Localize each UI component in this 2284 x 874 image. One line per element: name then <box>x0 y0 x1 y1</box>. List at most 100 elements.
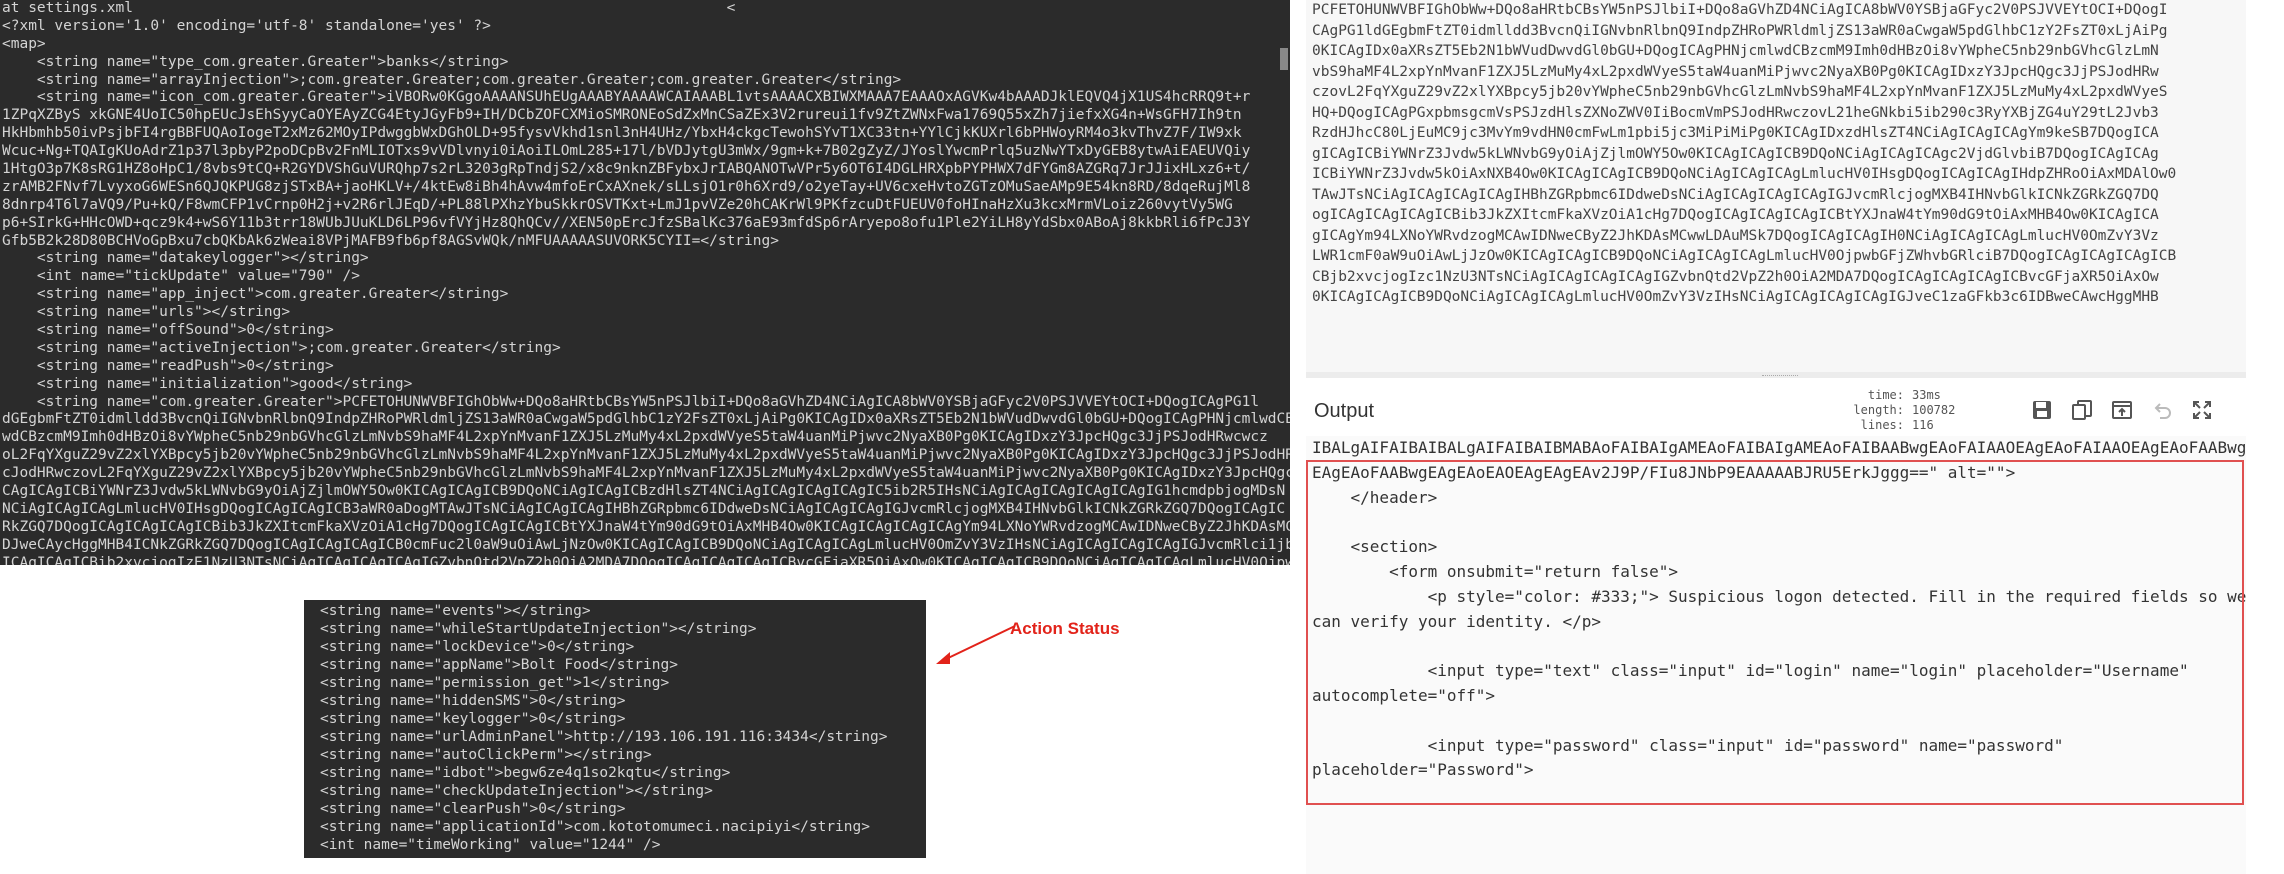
stat-value: 33ms <box>1912 388 1941 402</box>
snippet-line: <string name="permission_get">1</string> <box>320 675 670 691</box>
terminal-line: <string name="offSound">0</string> <box>2 322 334 339</box>
stat-row: length: 100782 <box>1844 403 1964 418</box>
base64-line: CBjb2xvcjogIzc1NzU3NTsNCiAgICAgICAgICAgI… <box>1312 268 2159 285</box>
terminal-line: at settings.xml < <box>2 0 736 16</box>
terminal-line: p6+SIrkG+HHcOWD+qcz9k4+wS6Y11b3trr18WUbJ… <box>2 214 1251 231</box>
terminal-line: <map> <box>2 35 46 52</box>
terminal-line: <string name="type_com.greater.Greater">… <box>2 53 509 70</box>
copy-icon[interactable] <box>2066 394 2098 426</box>
snippet-line: <int name="timeWorking" value="1244" /> <box>320 837 661 853</box>
terminal-line: oL2FqYXguZ29vZ2xlYXBpcy5jb20vYWpheC5nb29… <box>2 447 1290 464</box>
base64-line: ogICAgICAgICAgICBib3JkZXItcmFkaXVzOiA1cH… <box>1312 207 2159 223</box>
maximize-icon[interactable] <box>2186 394 2218 426</box>
terminal-line: CAgICAgICBiYWNrZ3Jvdw5kLWNvbG9yOiAjZjlmO… <box>2 483 1286 500</box>
terminal-line: Gfb5B2k28D80BCHVoGpBxu7cbQKbAk6zWeai8VPj… <box>2 232 779 249</box>
snippet-line: <string name="appName">Bolt Food</string… <box>320 657 678 673</box>
undo-icon[interactable] <box>2146 394 2178 426</box>
stat-row: lines: 116 <box>1844 418 1964 433</box>
snippet-line: <string name="clearPush">0</string> <box>320 801 626 817</box>
terminal-line: <string name="app_inject">com.greater.Gr… <box>2 286 509 303</box>
stat-key: lines: <box>1860 418 1904 432</box>
terminal-line: cJodHRwczovL2FqYXguZ29vZ2xlYXBpcy5jb20vY… <box>2 465 1290 482</box>
output-toolbar-icons <box>2026 394 2218 426</box>
input-base64-panel[interactable]: PCFETOHUNWVBFIGhObWw+DQo8aHRtbCBsYW5nPSJ… <box>1306 0 2246 372</box>
terminal-line: dGEgbmFtZT0idmlldd3BvcnQiIGNvbnRlbnQ9Ind… <box>2 411 1290 428</box>
snippet-line: <string name="lockDevice">0</string> <box>320 639 635 655</box>
open-in-tab-icon[interactable] <box>2106 394 2138 426</box>
terminal-line: Wcuc+Ng+TQAIgKUoAdrZ1p37l3pbyP2poDCpBv2F… <box>2 143 1251 160</box>
base64-line: HQ+DQogICAgPGxpbmsgcmVsPSJzdHlsZXNoZWV0I… <box>1312 104 2159 121</box>
terminal-line: zrAMB2FNvf7LvyxoG6WESn6QJQKPUG8zjSTxBA+j… <box>2 178 1251 195</box>
output-text: IBALgAIFAIBAIBALgAIFAIBAIBMABAoFAIBAIgAM… <box>1306 436 2246 783</box>
annotation-arrow-icon <box>936 625 1016 664</box>
snippet-line: <string name="events"></string> <box>320 603 591 619</box>
base64-line: 0KICAgIDx0aXRsZT5Eb2N1bWVudDwvdGl0bGU+DQ… <box>1312 43 2159 59</box>
snippet-text: <string name="events"></string> <string n… <box>304 600 926 854</box>
base64-line: 0KICAgICAgICB9DQoNCiAgICAgICAgLmlucHV0Om… <box>1312 289 2159 305</box>
save-icon[interactable] <box>2026 394 2058 426</box>
stat-key: length: <box>1853 403 1904 417</box>
output-line: IBALgAIFAIBAIBALgAIFAIBAIBMABAoFAIBAIgAM… <box>1312 438 2246 457</box>
settings-xml-snippet: <string name="events"></string> <string n… <box>304 600 926 858</box>
base64-line: ICBiYWNrZ3Jvdw5kOiAxNXB4Ow0KICAgICAgICB9… <box>1312 166 2177 182</box>
terminal-line: <int name="tickUpdate" value="790" /> <box>2 268 360 285</box>
terminal-line: <string name="urls"></string> <box>2 304 291 321</box>
base64-line: CAgPG1ldGEgbmFtZT0idmlldd3BvcnQiIGNvbnRl… <box>1312 22 2168 39</box>
annotation-label: Action Status <box>1010 619 1120 638</box>
terminal-line: <string name="readPush">0</string> <box>2 357 334 374</box>
base64-line: gICAgICBiYWNrZ3Jvdw5kLWNvbG9yOiAjZjlmOWY… <box>1312 145 2159 162</box>
snippet-line: <string name="keylogger">0</string> <box>320 711 626 727</box>
output-line: placeholder="Password"> <box>1312 760 1534 780</box>
terminal-line: <?xml version='1.0' encoding='utf-8' sta… <box>2 17 491 34</box>
stat-value: 100782 <box>1912 403 1956 417</box>
terminal-line: <string name="activeInjection">;com.grea… <box>2 339 561 356</box>
snippet-line: <string name="urlAdminPanel">http://193.… <box>320 729 888 745</box>
terminal-text: at settings.xml < <?xml version='1.0' enc… <box>0 0 1290 565</box>
terminal-line: <string name="arrayInjection">;com.great… <box>2 71 902 88</box>
terminal-line: RkZGQ7DQogICAgICAgICAgICBib3JkZXItcmFkaX… <box>2 518 1290 535</box>
terminal-line: 8dnrp4T6l7aVQ9/Pu+kQ/F8wmCFP1vCrnp0H2j+v… <box>2 196 1233 213</box>
stat-value: 116 <box>1912 418 1934 432</box>
terminal-line: DJweCAycHggMHB4ICNkZGRkZGQ7DQogICAgICAgI… <box>2 536 1290 553</box>
snippet-line: <string name="idbot">begw6ze4q1so2kqtu</… <box>320 765 731 781</box>
output-line: <input type="text" class="input" id="log… <box>1312 661 2189 681</box>
base64-line: gICAgYm94LXNoYWRvdzogMCAwIDNweCByZ2JhKDA… <box>1312 227 2159 244</box>
base64-line: RzdHJhcC80LjEuMC9jc3MvYm9vdHN0cmFwLm1pbi… <box>1312 125 2159 141</box>
terminal-line: 1HtgO3p7K8sRG1HZ8oHpC1/8vbs9tCQ+R2GYDVSh… <box>2 161 1251 178</box>
terminal-line: 1ZPqXZByS xkGNE4UoIC50hpEUcJsEhSyyCaOYEA… <box>2 107 1242 124</box>
terminal-scrollbar[interactable] <box>1280 48 1288 70</box>
output-line: <section> <box>1312 537 1438 557</box>
terminal-line: HkHbmhb50ivPsjbFI4rgBBFUQAoIogeT2xMz62MO… <box>2 125 1242 142</box>
snippet-line: <string name="hiddenSMS">0</string> <box>320 693 626 709</box>
resize-grip-icon[interactable] <box>1762 375 1798 378</box>
terminal-line: <string name="com.greater.Greater">PCFET… <box>2 393 1260 410</box>
output-line: autocomplete="off"> <box>1312 685 1496 705</box>
base64-line: TAwJTsNCiAgICAgICAgICAgIHBhZGRpbmc6IDdwe… <box>1312 186 2159 203</box>
base64-line: LWR1cmF0aW9uOiAwLjJzOw0KICAgICAgICB9DQoN… <box>1312 248 2177 264</box>
output-title: Output <box>1314 400 1375 422</box>
terminal-line: NCiAgICAgICAgLmlucHV0IHsgDQogICAgICAgICB… <box>2 500 1286 517</box>
terminal-line: wdCBzcmM9Imh0dHBzOi8vYWpheC5nb29nbGVhcGl… <box>2 429 1268 446</box>
base64-line: PCFETOHUNWVBFIGhObWw+DQo8aHRtbCBsYW5nPSJ… <box>1312 2 2168 18</box>
snippet-line: <string name="autoClickPerm"></string> <box>320 747 652 763</box>
output-stats: time: 33ms length: 100782 lines: 116 <box>1844 388 1964 433</box>
base64-text: PCFETOHUNWVBFIGhObWw+DQo8aHRtbCBsYW5nPSJ… <box>1306 0 2246 308</box>
settings-xml-terminal: at settings.xml < <?xml version='1.0' enc… <box>0 0 1290 565</box>
output-code[interactable]: IBALgAIFAIBAIBALgAIFAIBAIBMABAoFAIBAIgAM… <box>1306 436 2246 874</box>
stat-row: time: 33ms <box>1844 388 1964 403</box>
terminal-line: <string name="icon_com.greater.Greater">… <box>2 89 1251 106</box>
base64-line: vbS9haMF4L2xpYnMvanF1ZXJ5LzMuMy4xL2pxdWV… <box>1312 63 2159 80</box>
terminal-line: <string name="datakeylogger"></string> <box>2 250 369 267</box>
snippet-line: <string name="applicationId">com.kototom… <box>320 819 870 835</box>
base64-line: czovL2FqYXguZ29vZ2xlYXBpcy5jb20vYWpheC5n… <box>1312 84 2168 100</box>
snippet-line: <string name="whileStartUpdateInjection"… <box>320 621 757 637</box>
terminal-line: ICAgICAgICBib2xvcjogIzE1NzU3NTsNCiAgICAg… <box>2 554 1290 565</box>
output-toolbar: Output time: 33ms length: 100782 lines: 116 <box>1306 380 2246 441</box>
output-line: EAgEAoFAABwgEAgEAoEAOEAgEAgEAv2J9P/FIu8J… <box>1312 462 2016 482</box>
output-line: </header> <box>1312 487 1438 507</box>
terminal-line: <string name="initialization">good</stri… <box>2 375 413 392</box>
output-line: <input type="password" class="input" id=… <box>1312 735 2064 755</box>
